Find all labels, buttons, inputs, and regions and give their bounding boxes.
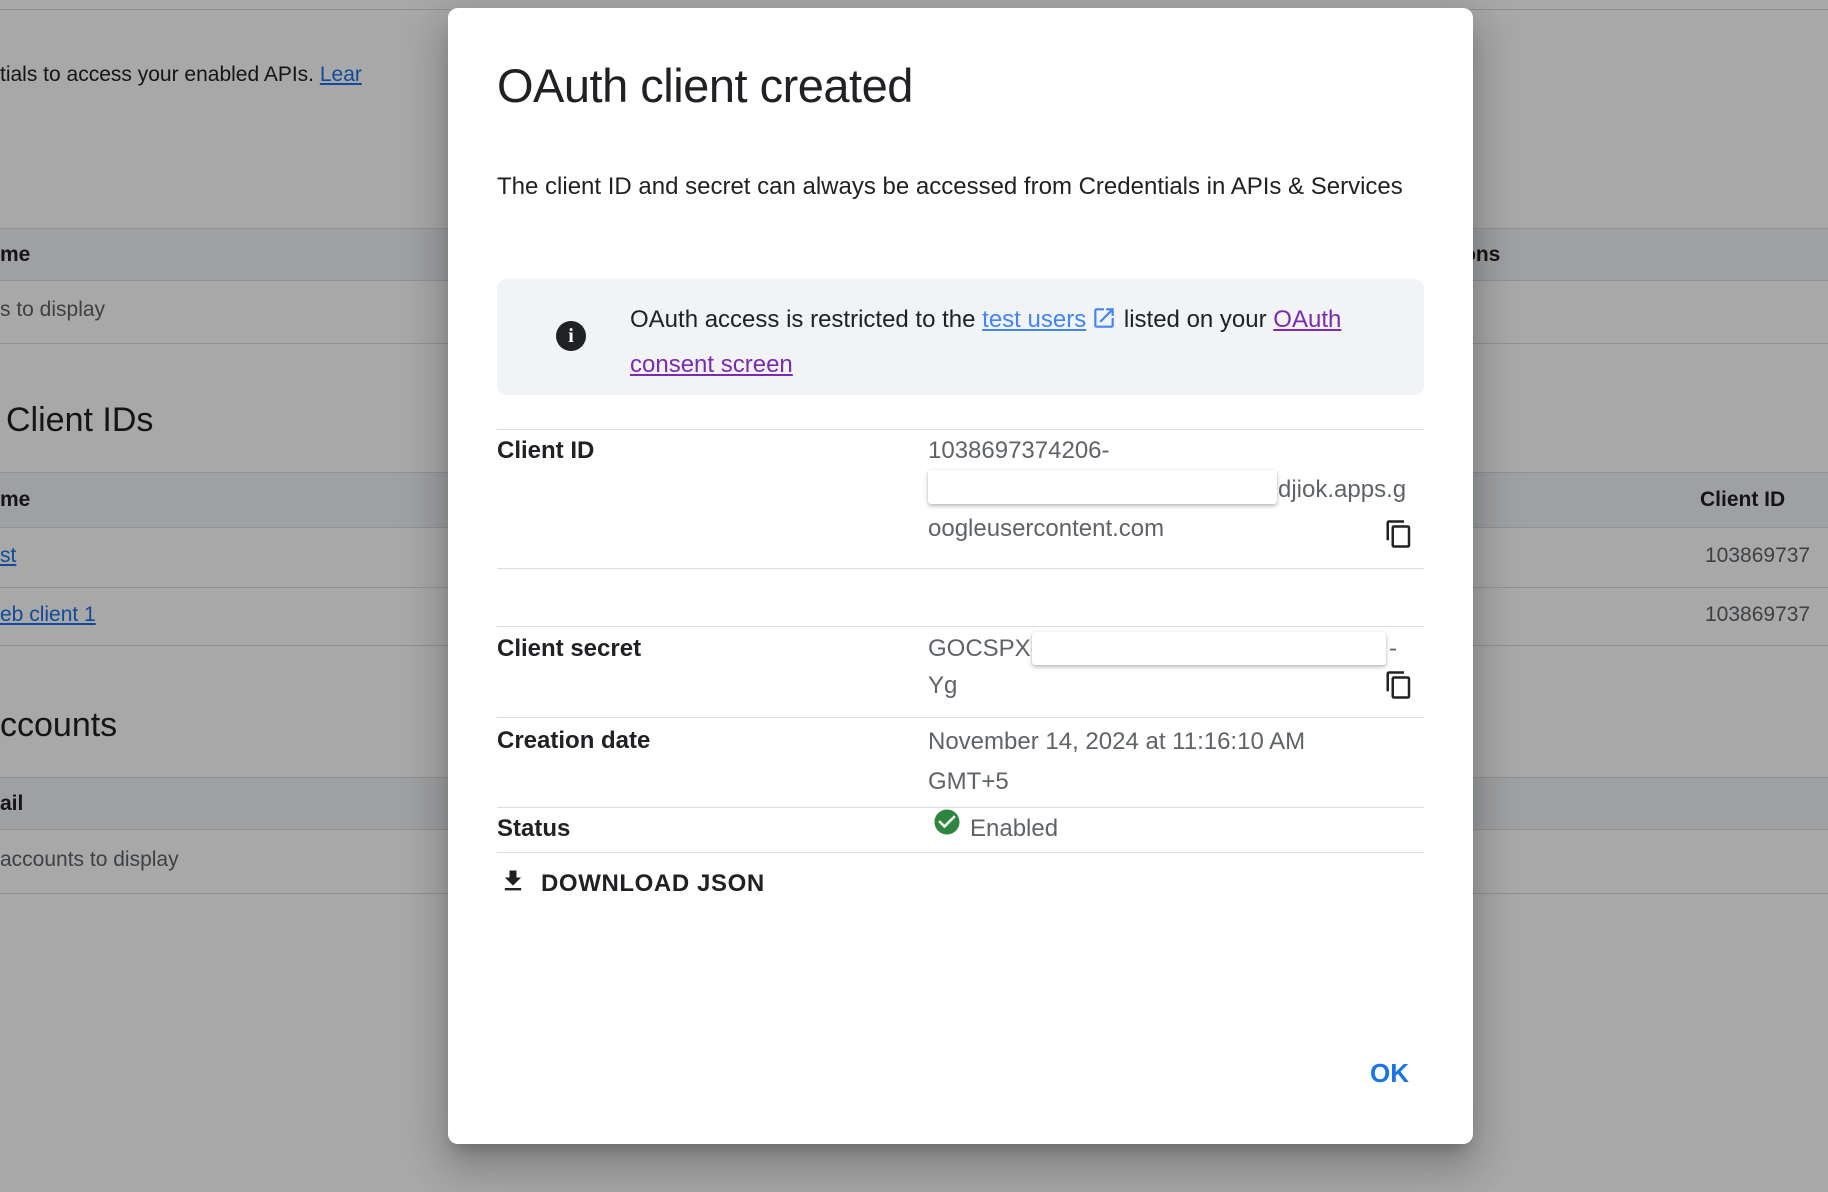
redaction-box [1032,632,1386,665]
test-users-link[interactable]: test users [982,306,1086,333]
copy-client-id-button[interactable] [1384,519,1414,549]
dialog-description: The client ID and secret can always be a… [497,166,1412,207]
info-icon: i [556,321,586,351]
restricted-access-notice: i OAuth access is restricted to the test… [497,279,1424,395]
status-value: Enabled [970,815,1058,843]
ok-button[interactable]: OK [1362,1054,1417,1093]
kv-divider [497,626,1424,627]
notice-after: listed on your [1117,306,1273,333]
kv-divider [497,717,1424,718]
kv-divider [497,568,1424,569]
client-secret-prefix: GOCSPX- [928,635,1039,663]
open-in-new-icon[interactable] [1091,303,1117,344]
redaction-box [928,470,1277,504]
client-secret-label: Client secret [497,635,641,663]
creation-date-value: November 14, 2024 at 11:16:10 AM GMT+5 [928,722,1348,802]
download-icon [499,867,527,900]
client-id-label: Client ID [497,437,594,465]
download-json-label: DOWNLOAD JSON [541,870,765,898]
check-circle-icon [932,807,962,837]
notice-text: OAuth access is restricted to the test u… [630,299,1424,385]
kv-divider [497,852,1424,853]
notice-before: OAuth access is restricted to the [630,306,982,333]
screen: tials to access your enabled APIs. Lear … [0,0,1828,1192]
client-secret-line2: Yg [928,672,957,700]
client-id-line2-suffix: djiok.apps.g [1278,476,1406,504]
status-label: Status [497,815,570,843]
creation-date-label: Creation date [497,727,650,755]
client-secret-after-box: - [1389,635,1397,663]
client-id-line3: oogleusercontent.com [928,515,1164,543]
download-json-button[interactable]: DOWNLOAD JSON [493,861,771,906]
kv-divider [497,429,1424,430]
oauth-client-created-dialog: OAuth client created The client ID and s… [448,8,1473,1144]
dialog-title: OAuth client created [497,58,913,113]
copy-client-secret-button[interactable] [1384,670,1414,700]
client-id-line1: 1038697374206- [928,437,1110,465]
